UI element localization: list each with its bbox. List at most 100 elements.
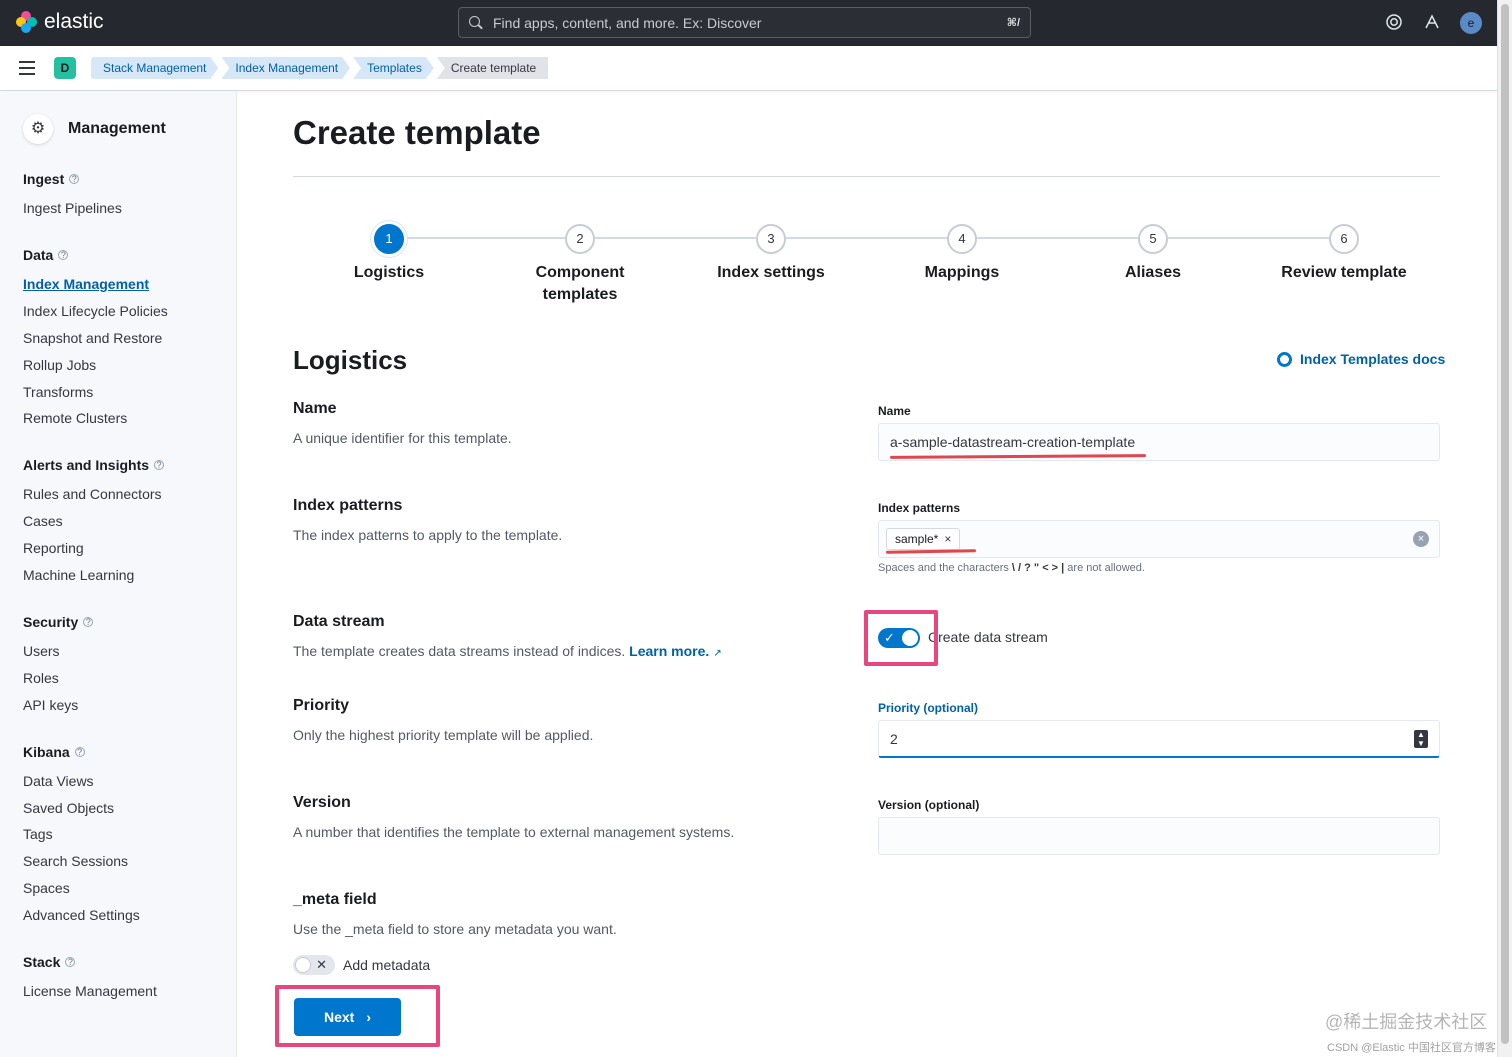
sidebar-item-transforms[interactable]: Transforms (23, 384, 93, 400)
index-patterns-title: Index patterns (293, 497, 403, 514)
priority-description: Only the highest priority template will … (293, 727, 594, 743)
page-title: Create template (293, 114, 541, 151)
elastic-logo-icon (16, 11, 38, 33)
help-icon[interactable] (1385, 13, 1403, 31)
breadcrumb-stack-management[interactable]: Stack Management (91, 57, 218, 79)
priority-label: Priority (optional) (878, 701, 978, 715)
priority-input[interactable]: 2 (878, 720, 1440, 758)
scrollbar-thumb[interactable] (1501, 4, 1509, 1044)
info-icon: ? (83, 617, 94, 627)
step-6-circle[interactable]: 6 (1329, 224, 1359, 254)
gear-icon: ⚙ (23, 114, 53, 144)
sidebar-item-index-lifecycle-policies[interactable]: Index Lifecycle Policies (23, 303, 168, 319)
page-scrollbar[interactable] (1497, 0, 1512, 1057)
step-connector (786, 237, 947, 239)
step-connector (977, 237, 1138, 239)
add-metadata-label: Add metadata (343, 957, 431, 973)
create-data-stream-label: Create data stream (928, 629, 1048, 645)
external-link-icon: ↗ (713, 648, 722, 659)
section-title: Logistics (293, 345, 408, 375)
breadcrumb-index-management[interactable]: Index Management (221, 57, 350, 79)
step-2-circle[interactable]: 2 (565, 224, 595, 254)
sidebar-item-reporting[interactable]: Reporting (23, 540, 84, 556)
nav-group-stack: Stack? (23, 954, 76, 970)
add-metadata-switch[interactable]: ✕ (293, 955, 335, 975)
top-header: elastic Find apps, content, and more. Ex… (0, 0, 1497, 46)
elastic-logo[interactable]: elastic (16, 10, 104, 34)
index-patterns-description: The index patterns to apply to the templ… (293, 527, 563, 543)
step-4-label[interactable]: Mappings (882, 262, 1042, 284)
step-1-label[interactable]: Logistics (309, 262, 469, 284)
sidebar-item-tags[interactable]: Tags (23, 826, 53, 842)
step-6-label[interactable]: Review template (1264, 262, 1424, 284)
version-description: A number that identifies the template to… (293, 824, 735, 840)
info-icon: ? (74, 747, 85, 757)
news-feed-icon[interactable] (1423, 13, 1441, 31)
user-avatar[interactable]: e (1460, 12, 1482, 34)
info-icon: ? (69, 174, 80, 184)
index-pattern-chip[interactable]: sample* × (886, 528, 961, 550)
nav-group-data: Data? (23, 247, 69, 263)
sidebar-item-rollup-jobs[interactable]: Rollup Jobs (23, 357, 96, 373)
annotation-highlight-box (275, 985, 440, 1047)
info-icon: ? (154, 460, 165, 470)
sidebar-item-cases[interactable]: Cases (23, 513, 63, 529)
version-title: Version (293, 794, 351, 811)
index-patterns-label: Index patterns (878, 501, 961, 515)
remove-chip-icon[interactable]: × (944, 532, 951, 546)
step-3-label[interactable]: Index settings (691, 262, 851, 284)
sidebar-item-advanced-settings[interactable]: Advanced Settings (23, 907, 140, 923)
close-icon: ✕ (316, 957, 327, 972)
nav-group-ingest: Ingest? (23, 171, 80, 187)
sidebar-item-roles[interactable]: Roles (23, 670, 59, 686)
step-5-circle[interactable]: 5 (1138, 224, 1168, 254)
step-5-label[interactable]: Aliases (1073, 262, 1233, 284)
step-4-circle[interactable]: 4 (947, 224, 977, 254)
priority-title: Priority (293, 697, 350, 714)
sidebar-item-rules-connectors[interactable]: Rules and Connectors (23, 486, 162, 502)
sidebar-item-api-keys[interactable]: API keys (23, 697, 78, 713)
sidebar-item-index-management[interactable]: Index Management (23, 276, 149, 292)
sidebar-item-license-management[interactable]: License Management (23, 983, 157, 999)
nav-group-kibana: Kibana? (23, 744, 85, 760)
sidebar-item-ingest-pipelines[interactable]: Ingest Pipelines (23, 200, 122, 216)
sidebar-item-search-sessions[interactable]: Search Sessions (23, 853, 128, 869)
learn-more-link[interactable]: Learn more. (629, 643, 709, 659)
step-3-circle[interactable]: 3 (756, 224, 786, 254)
clear-icon[interactable]: × (1413, 531, 1429, 547)
meta-field-title: _meta field (293, 891, 377, 908)
name-description: A unique identifier for this template. (293, 430, 512, 446)
search-icon (469, 15, 483, 30)
meta-field-description: Use the _meta field to store any metadat… (293, 921, 617, 937)
number-stepper-icon[interactable]: ▲ ▼ (1414, 730, 1428, 748)
data-stream-title: Data stream (293, 613, 385, 630)
sidebar-item-machine-learning[interactable]: Machine Learning (23, 567, 134, 583)
sidebar-item-snapshot-restore[interactable]: Snapshot and Restore (23, 330, 162, 346)
data-stream-description: The template creates data streams instea… (293, 643, 722, 659)
step-1-circle[interactable]: 1 (374, 224, 404, 254)
lifebuoy-icon (1277, 351, 1292, 367)
name-title: Name (293, 400, 337, 417)
sidebar-item-saved-objects[interactable]: Saved Objects (23, 800, 114, 816)
step-connector (404, 237, 565, 239)
step-connector (1168, 237, 1329, 239)
version-input[interactable] (878, 817, 1440, 855)
space-avatar[interactable]: D (54, 57, 76, 79)
sidebar-item-data-views[interactable]: Data Views (23, 773, 94, 789)
watermark-sub: CSDN @Elastic 中国社区官方博客 (1327, 1042, 1496, 1054)
sidebar-item-users[interactable]: Users (23, 643, 60, 659)
menu-icon[interactable] (19, 61, 35, 75)
global-search-input[interactable]: Find apps, content, and more. Ex: Discov… (458, 7, 1031, 38)
step-connector (595, 237, 756, 239)
breadcrumb-create-template: Create template (436, 57, 549, 79)
nav-group-alerts: Alerts and Insights? (23, 457, 165, 473)
watermark: @稀土掘金技术社区 (1325, 1012, 1488, 1032)
info-icon: ? (65, 957, 76, 967)
step-2-label[interactable]: Component templates (500, 262, 660, 306)
search-shortcut: ⌘/ (1006, 17, 1020, 29)
sidebar-item-remote-clusters[interactable]: Remote Clusters (23, 410, 127, 426)
info-icon: ? (58, 250, 69, 260)
sidebar-item-spaces[interactable]: Spaces (23, 880, 70, 896)
breadcrumb-templates[interactable]: Templates (353, 57, 434, 79)
index-templates-docs-link[interactable]: Index Templates docs (1277, 351, 1445, 367)
